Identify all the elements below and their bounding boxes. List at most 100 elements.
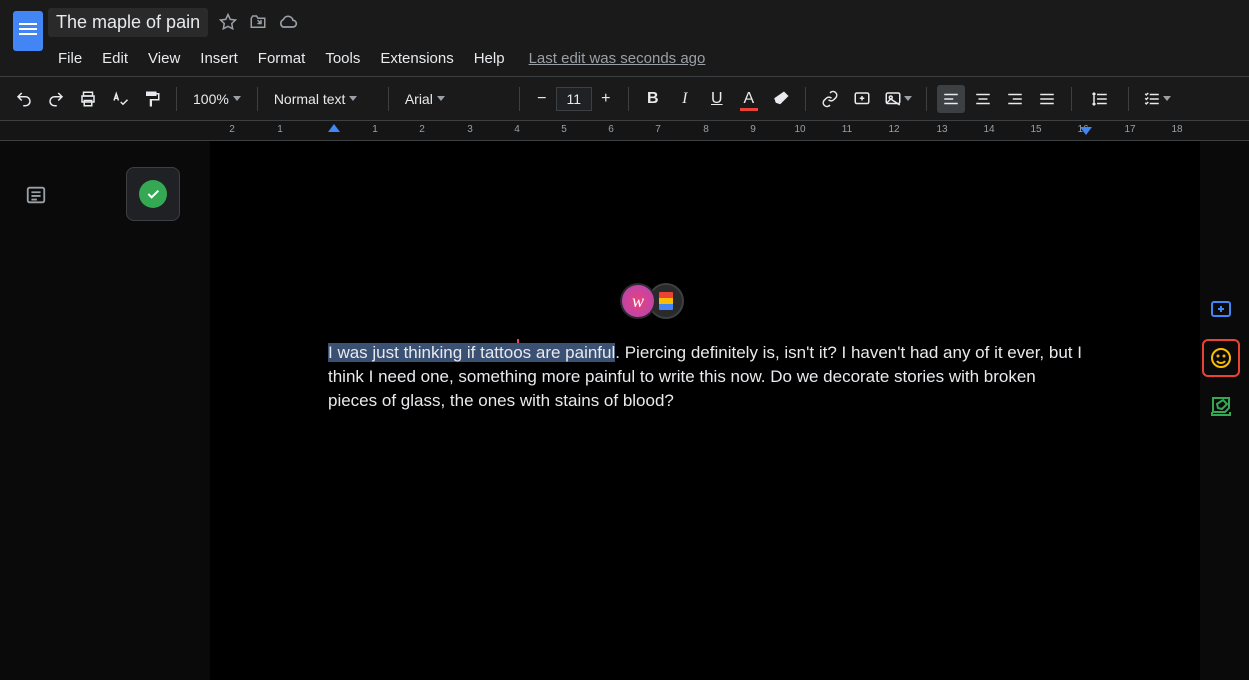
ruler-number: 17 xyxy=(1124,124,1135,135)
add-comment-button[interactable] xyxy=(848,85,876,113)
menubar: File Edit View Insert Format Tools Exten… xyxy=(48,40,705,76)
ruler-number: 12 xyxy=(888,124,899,135)
decrease-font-size-button[interactable]: − xyxy=(530,87,554,111)
ruler-number: 8 xyxy=(703,124,709,135)
highlight-color-button[interactable] xyxy=(767,85,795,113)
ruler-number: 7 xyxy=(655,124,661,135)
add-emoji-reaction-button[interactable] xyxy=(1202,339,1240,377)
add-comment-side-button[interactable] xyxy=(1202,291,1240,329)
indent-marker-right[interactable] xyxy=(1080,127,1092,135)
side-action-panel xyxy=(1199,291,1243,425)
zoom-dropdown[interactable]: 100% xyxy=(187,91,247,107)
title-row: The maple of pain xyxy=(48,4,705,40)
style-value: Normal text xyxy=(274,91,346,107)
indent-marker-left[interactable] xyxy=(328,124,340,132)
ruler-number: 2 xyxy=(229,124,235,135)
header: The maple of pain File Edit View Insert … xyxy=(0,0,1249,77)
spellcheck-button[interactable] xyxy=(106,85,134,113)
menu-tools[interactable]: Tools xyxy=(315,46,370,71)
move-icon[interactable] xyxy=(248,12,268,32)
workspace: w I was just thinking if tattoos are pai… xyxy=(0,141,1249,680)
align-left-button[interactable] xyxy=(937,85,965,113)
separator xyxy=(628,87,629,111)
line-spacing-button[interactable] xyxy=(1082,85,1118,113)
font-size-input[interactable] xyxy=(556,87,592,111)
align-center-button[interactable] xyxy=(969,85,997,113)
separator xyxy=(1128,87,1129,111)
align-right-button[interactable] xyxy=(1001,85,1029,113)
separator xyxy=(519,87,520,111)
paragraph-style-dropdown[interactable]: Normal text xyxy=(268,91,378,107)
chevron-down-icon xyxy=(904,96,912,101)
cloud-status-icon[interactable] xyxy=(278,12,298,32)
ruler-number: 2 xyxy=(419,124,425,135)
undo-button[interactable] xyxy=(10,85,38,113)
toolbar: 100% Normal text Arial − + B I U A xyxy=(0,77,1249,121)
chevron-down-icon xyxy=(1163,96,1171,101)
left-gutter xyxy=(0,141,60,680)
print-button[interactable] xyxy=(74,85,102,113)
insert-link-button[interactable] xyxy=(816,85,844,113)
separator xyxy=(805,87,806,111)
ruler-number: 1 xyxy=(277,124,283,135)
ruler-number: 15 xyxy=(1030,124,1041,135)
collaborator-avatar-1[interactable]: w xyxy=(620,283,656,319)
separator xyxy=(926,87,927,111)
avatar-icon xyxy=(659,292,673,310)
separator xyxy=(388,87,389,111)
ruler-number: 1 xyxy=(372,124,378,135)
menu-insert[interactable]: Insert xyxy=(190,46,248,71)
ruler-number: 13 xyxy=(936,124,947,135)
insert-image-button[interactable] xyxy=(880,85,916,113)
document-title[interactable]: The maple of pain xyxy=(48,8,208,37)
chevron-down-icon xyxy=(437,96,445,101)
font-dropdown[interactable]: Arial xyxy=(399,91,509,107)
docs-logo[interactable] xyxy=(8,4,48,58)
ruler-number: 6 xyxy=(608,124,614,135)
ruler-number: 18 xyxy=(1171,124,1182,135)
text-color-button[interactable]: A xyxy=(735,85,763,113)
star-icon[interactable] xyxy=(218,12,238,32)
selected-text[interactable]: I was just thinking if tattoos are painf… xyxy=(328,343,615,362)
check-icon xyxy=(139,180,167,208)
last-edit-link[interactable]: Last edit was seconds ago xyxy=(529,50,706,67)
ruler-number: 10 xyxy=(794,124,805,135)
ruler-number: 11 xyxy=(842,124,852,135)
document-page[interactable]: w I was just thinking if tattoos are pai… xyxy=(210,141,1200,680)
menu-help[interactable]: Help xyxy=(464,46,515,71)
redo-button[interactable] xyxy=(42,85,70,113)
collaborator-cursors: w xyxy=(620,283,684,319)
grammar-check-badge[interactable] xyxy=(126,167,180,221)
separator xyxy=(257,87,258,111)
zoom-value: 100% xyxy=(193,91,229,107)
avatar-initial: w xyxy=(632,291,644,312)
menu-view[interactable]: View xyxy=(138,46,190,71)
separator xyxy=(1071,87,1072,111)
checklist-button[interactable] xyxy=(1139,85,1175,113)
paint-format-button[interactable] xyxy=(138,85,166,113)
bold-button[interactable]: B xyxy=(639,85,667,113)
increase-font-size-button[interactable]: + xyxy=(594,87,618,111)
chevron-down-icon xyxy=(233,96,241,101)
font-value: Arial xyxy=(405,91,433,107)
menu-edit[interactable]: Edit xyxy=(92,46,138,71)
outline-toggle-button[interactable] xyxy=(22,181,50,209)
underline-button[interactable]: U xyxy=(703,85,731,113)
document-body[interactable]: I was just thinking if tattoos are painf… xyxy=(328,341,1088,413)
menu-file[interactable]: File xyxy=(48,46,92,71)
ruler[interactable]: 2 1 1 2 3 4 5 6 7 8 9 10 11 12 13 14 15 … xyxy=(0,121,1249,141)
chevron-down-icon xyxy=(349,96,357,101)
menu-extensions[interactable]: Extensions xyxy=(370,46,463,71)
suggest-edits-button[interactable] xyxy=(1202,387,1240,425)
ruler-number: 5 xyxy=(561,124,567,135)
ruler-inner: 2 1 1 2 3 4 5 6 7 8 9 10 11 12 13 14 15 … xyxy=(210,121,1201,141)
title-area: The maple of pain File Edit View Insert … xyxy=(48,0,705,76)
ruler-number: 4 xyxy=(514,124,520,135)
ruler-number: 14 xyxy=(983,124,994,135)
menu-format[interactable]: Format xyxy=(248,46,316,71)
italic-button[interactable]: I xyxy=(671,85,699,113)
font-size-group: − + xyxy=(530,87,618,111)
ruler-number: 9 xyxy=(750,124,756,135)
align-justify-button[interactable] xyxy=(1033,85,1061,113)
ruler-number: 3 xyxy=(467,124,473,135)
